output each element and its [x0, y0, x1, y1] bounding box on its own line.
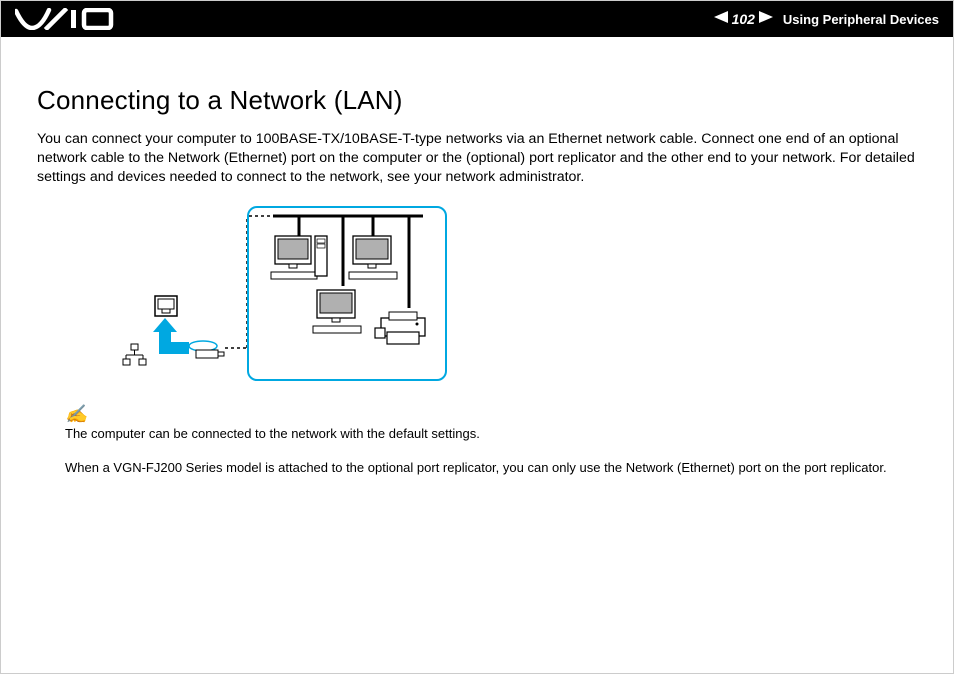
vaio-logo [15, 8, 115, 30]
network-topology [247, 206, 447, 381]
port-illustration [97, 208, 247, 378]
network-diagram [97, 206, 917, 381]
section-title: Using Peripheral Devices [783, 12, 939, 27]
intro-paragraph: You can connect your computer to 100BASE… [37, 130, 917, 188]
header-right: 102 Using Peripheral Devices [714, 10, 939, 28]
page-content: Connecting to a Network (LAN) You can co… [1, 37, 953, 478]
prev-page-icon[interactable] [714, 10, 728, 28]
header-bar: 102 Using Peripheral Devices [1, 1, 953, 37]
note-block: ✍ The computer can be connected to the n… [65, 399, 917, 479]
page-number: 102 [732, 11, 755, 27]
note-icon: ✍ [65, 404, 87, 424]
next-page-icon[interactable] [759, 10, 773, 28]
note-text-2: When a VGN-FJ200 Series model is attache… [65, 460, 887, 475]
page-nav: 102 [714, 10, 773, 28]
note-text-1: The computer can be connected to the net… [65, 426, 480, 441]
page-heading: Connecting to a Network (LAN) [37, 85, 917, 116]
